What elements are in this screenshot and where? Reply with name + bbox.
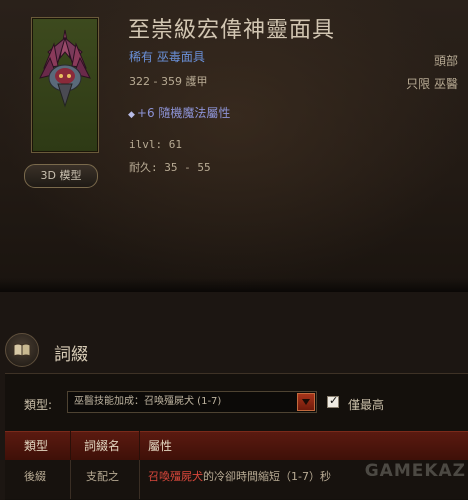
item-level: ilvl: 61 <box>129 138 182 151</box>
item-name: 至崇級宏偉神靈面具 <box>128 18 336 43</box>
item-rarity-type: 稀有 巫毒面具 <box>129 50 205 64</box>
selected-affix-type: 巫醫技能加成：召喚殭屍犬 (1-7) <box>74 396 222 407</box>
item-image-frame <box>31 17 99 153</box>
checkmark-icon: ✓ <box>329 394 339 407</box>
row-affix-name: 支配之 <box>86 470 119 483</box>
row-affix-property: 召喚殭屍犬的冷卻時間縮短（1-7）秒 <box>148 468 331 484</box>
row-affix-type: 後綴 <box>24 470 46 483</box>
filter-label: 類型: <box>24 398 53 412</box>
column-header-property[interactable]: 屬性 <box>148 437 172 454</box>
item-class-restriction: 只限 巫醫 <box>406 77 458 91</box>
affix-type-select[interactable]: 巫醫技能加成：召喚殭屍犬 (1-7) <box>67 391 317 413</box>
column-divider <box>70 460 71 499</box>
highest-only-checkbox[interactable]: ✓ <box>327 394 339 408</box>
property-highlight: 召喚殭屍犬 <box>148 470 203 483</box>
item-slot: 頭部 <box>433 54 458 68</box>
watermark-logo: GAMEKAZ <box>364 461 466 481</box>
diamond-bullet-icon: ◆ <box>128 110 135 120</box>
random-affix-line: ◆ +6 隨機魔法屬性 <box>128 104 230 121</box>
column-divider <box>139 460 140 499</box>
column-header-type[interactable]: 類型 <box>24 437 48 454</box>
chevron-down-icon[interactable] <box>297 393 315 411</box>
3d-model-button[interactable]: 3D 模型 <box>24 164 98 188</box>
highest-only-label[interactable]: 僅最高 <box>348 396 384 413</box>
column-divider <box>70 431 71 460</box>
property-rest: 的冷卻時間縮短（1-7）秒 <box>203 470 331 483</box>
affix-table-header <box>5 431 468 461</box>
item-durability: 耐久: 35 - 55 <box>129 161 211 174</box>
voodoo-mask-icon <box>39 29 91 108</box>
section-title: 詞綴 <box>54 345 88 365</box>
book-icon <box>5 333 39 367</box>
column-divider <box>139 431 140 460</box>
column-header-name[interactable]: 詞綴名 <box>84 437 120 454</box>
item-armor: 322 - 359 護甲 <box>129 75 208 88</box>
random-affix-text: +6 隨機魔法屬性 <box>136 106 231 120</box>
